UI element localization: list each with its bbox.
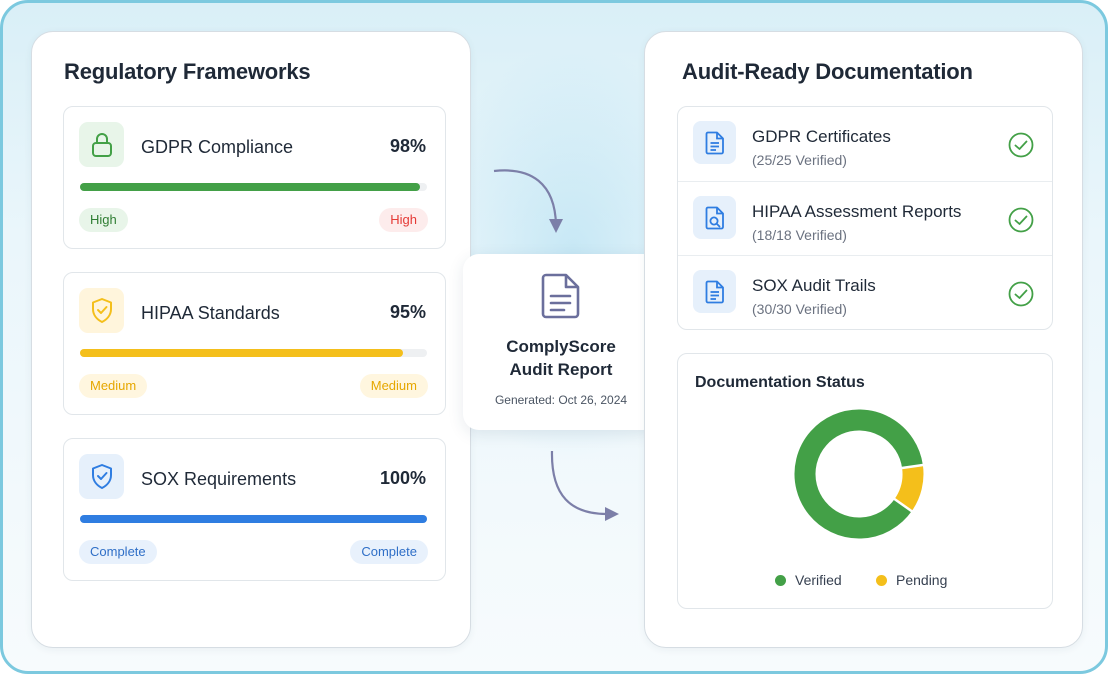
donut-slice-pending [894, 465, 924, 512]
audit-documentation-panel: Audit-Ready Documentation GDPR Certifica… [644, 31, 1083, 648]
audit-report-card[interactable]: ComplyScore Audit Report Generated: Oct … [463, 254, 659, 430]
tag-right: High [379, 208, 428, 232]
app-frame: Regulatory Frameworks GDPR Compliance 98… [0, 0, 1108, 674]
check-circle-icon [1008, 132, 1034, 158]
progress-fill [80, 183, 421, 191]
report-title-line2: Audit Report [509, 360, 613, 379]
tag-right: Complete [350, 540, 428, 564]
chart-title: Documentation Status [695, 374, 865, 391]
legend-label: Pending [896, 572, 948, 588]
panel-title: Regulatory Frameworks [64, 59, 311, 84]
framework-percent: 95% [389, 302, 426, 322]
legend-dot-pending [876, 574, 887, 586]
progress-fill [80, 349, 403, 357]
framework-percent: 100% [379, 468, 426, 488]
documentation-status-card: Documentation Status Verified Pending [677, 353, 1053, 609]
document-icon [541, 273, 580, 319]
tag-left: Complete [79, 540, 157, 564]
arrow-down-icon [493, 169, 563, 233]
arrow-right-icon [550, 450, 619, 521]
framework-card-hipaa[interactable]: HIPAA Standards 95% Medium Medium [63, 272, 446, 415]
progress-track [80, 183, 427, 191]
framework-name: GDPR Compliance [141, 137, 294, 157]
framework-percent: 98% [389, 136, 426, 156]
lock-icon [79, 122, 124, 167]
progress-track [80, 349, 427, 357]
panel-title: Audit-Ready Documentation [682, 59, 973, 84]
framework-card-gdpr[interactable]: GDPR Compliance 98% High High [63, 106, 446, 249]
progress-track [80, 515, 427, 523]
document-title: SOX Audit Trails [752, 276, 876, 295]
shield-check-icon [79, 288, 124, 333]
list-item[interactable]: HIPAA Assessment Reports (18/18 Verified… [678, 181, 1052, 254]
list-item[interactable]: GDPR Certificates (25/25 Verified) [678, 107, 1052, 180]
legend-item-verified: Verified [775, 572, 842, 588]
tag-left: High [79, 208, 128, 232]
document-list: GDPR Certificates (25/25 Verified) HIPAA… [677, 106, 1053, 330]
donut-slice-verified [794, 409, 923, 539]
report-generated-date: Generated: Oct 26, 2024 [494, 393, 628, 407]
regulatory-frameworks-panel: Regulatory Frameworks GDPR Compliance 98… [31, 31, 471, 648]
framework-card-sox[interactable]: SOX Requirements 100% Complete Complete [63, 438, 446, 581]
report-title: ComplyScore Audit Report [463, 335, 659, 381]
document-search-icon [693, 196, 736, 239]
document-status: (30/30 Verified) [752, 301, 847, 317]
list-item[interactable]: SOX Audit Trails (30/30 Verified) [678, 255, 1052, 328]
tag-right: Medium [359, 374, 428, 398]
check-circle-icon [1008, 281, 1034, 307]
framework-name: SOX Requirements [141, 469, 297, 489]
legend-dot-verified [775, 574, 786, 586]
framework-name: HIPAA Standards [141, 303, 280, 323]
document-status: (25/25 Verified) [752, 152, 847, 168]
donut-chart [794, 409, 925, 539]
document-status: (18/18 Verified) [752, 227, 847, 243]
progress-fill [80, 515, 427, 523]
document-title: HIPAA Assessment Reports [752, 202, 962, 221]
document-icon [693, 270, 736, 313]
tag-left: Medium [79, 374, 148, 398]
legend-label: Verified [795, 572, 842, 588]
legend-item-pending: Pending [876, 572, 947, 588]
document-icon [693, 121, 736, 164]
shield-check-icon [79, 454, 124, 499]
report-title-line1: ComplyScore [506, 337, 616, 356]
check-circle-icon [1008, 207, 1034, 233]
document-title: GDPR Certificates [752, 127, 891, 146]
